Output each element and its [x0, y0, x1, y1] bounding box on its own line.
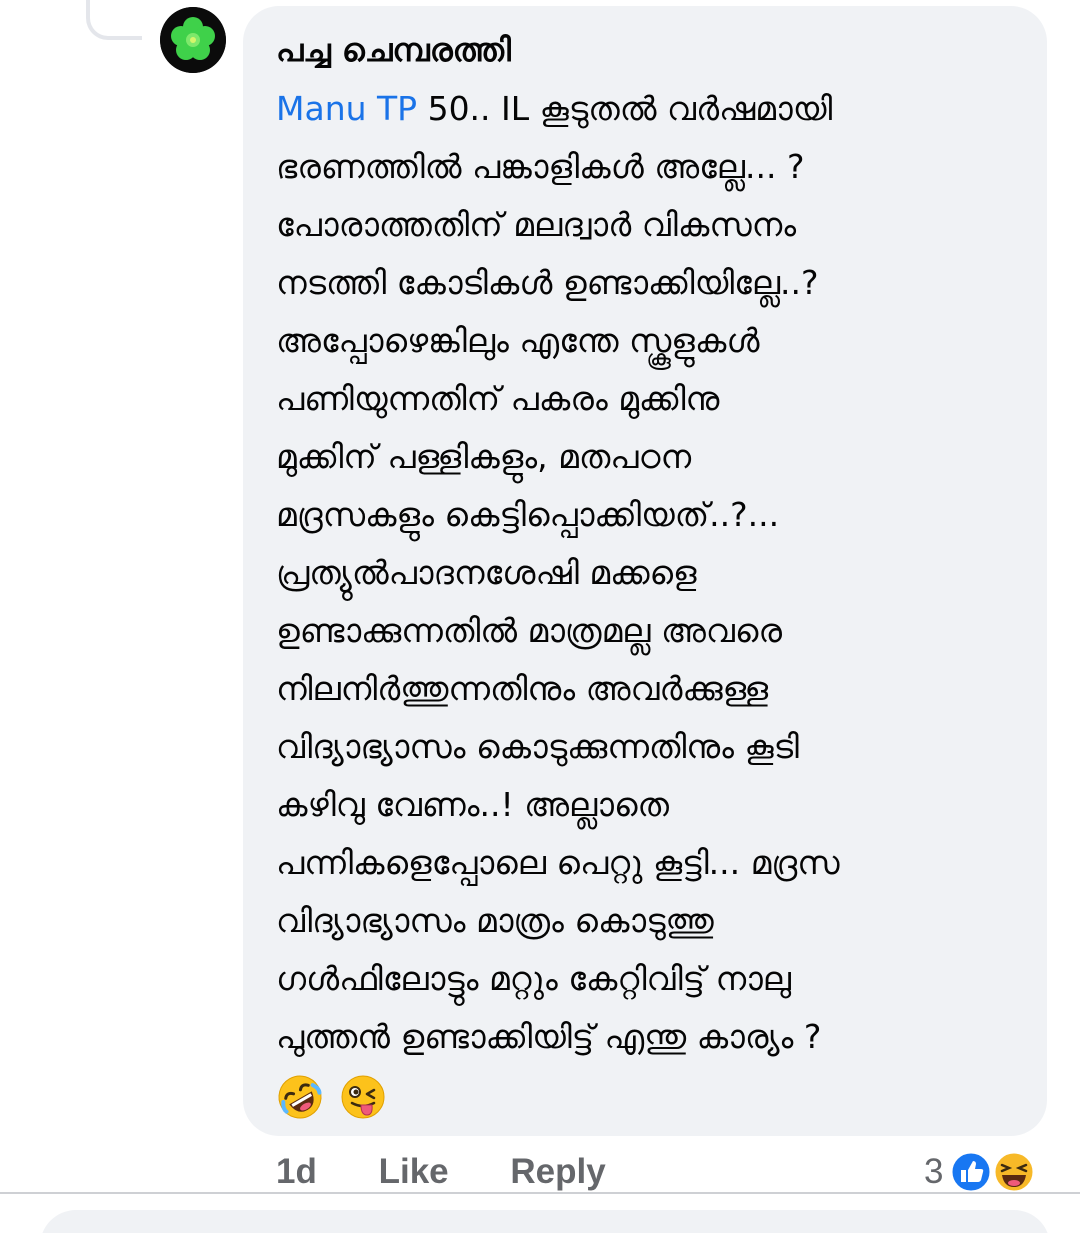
avatar[interactable]	[160, 7, 226, 73]
haha-reaction-icon	[992, 1150, 1036, 1194]
emoji-row	[276, 1066, 1027, 1126]
comment-line: നടത്തി കോടികൾ ഉണ്ടാക്കിയില്ലേ..?	[276, 263, 819, 302]
comment-line: ഗൾഫിലോട്ടും മറ്റും കേറ്റിവിട്ട് നാലു	[276, 959, 791, 998]
comment-line-text: 50.. IL കൂടുതൽ വർഷമായി	[417, 89, 833, 128]
comment-text: Manu TP 50.. IL കൂടുതൽ വർഷമായി ഭരണത്തിൽ …	[276, 80, 1027, 1126]
comment-line: വിദ്യാഭ്യാസം മാത്രം കൊടുത്തു	[276, 901, 714, 940]
comment-bubble: പച്ച ചെമ്പരത്തി Manu TP 50.. IL കൂടുതൽ വ…	[243, 6, 1047, 1136]
comment-line: മുക്കിന് പള്ളികളും, മതപഠന	[276, 437, 692, 476]
comment-line: ഉണ്ടാക്കുന്നതിൽ മാത്രമല്ല അവരെ	[276, 611, 783, 650]
comment-line: മദ്രസകളും കെട്ടിപ്പൊക്കിയത്..?...	[276, 495, 780, 534]
mention-link[interactable]: Manu TP	[276, 89, 417, 128]
reaction-summary[interactable]: 3	[924, 1150, 1036, 1194]
comment-line: നിലനിർത്തുന്നതിനും അവർക്കുള്ള	[276, 669, 769, 708]
comment-line: പന്നികളെപ്പോലെ പെറ്റു കൂട്ടി... മദ്രസ	[276, 843, 840, 882]
like-reaction-icon	[949, 1150, 993, 1194]
comment-line: Manu TP 50.. IL കൂടുതൽ വർഷമായി	[276, 80, 1027, 138]
reply-thread-connector	[86, 0, 142, 40]
comment-timestamp[interactable]: 1d	[276, 1150, 317, 1194]
rolling-on-floor-laughing-emoji	[276, 1073, 324, 1121]
comment-line: അപ്പോഴെങ്കിലും എന്തേ സ്കൂളുകൾ	[276, 321, 760, 360]
winking-tongue-emoji	[339, 1073, 387, 1121]
comment-author-name[interactable]: പച്ച ചെമ്പരത്തി	[276, 28, 1027, 72]
like-button[interactable]: Like	[379, 1150, 449, 1194]
comment-line: വിദ്യാഭ്യാസം കൊടുക്കുന്നതിനും കൂടി	[276, 727, 799, 766]
section-divider	[0, 1192, 1080, 1194]
comment-actions: 1d Like Reply	[276, 1150, 658, 1194]
hibiscus-avatar-image	[160, 7, 226, 73]
reply-button[interactable]: Reply	[510, 1150, 605, 1194]
comment-line: പുത്തൻ ഉണ്ടാക്കിയിട്ട് എന്തു കാര്യം ?	[276, 1017, 822, 1056]
next-comment-bubble	[40, 1210, 1050, 1233]
comment-line: പണിയുന്നതിന് പകരം മുക്കിനു	[276, 379, 720, 418]
comment-line: പോരാത്തതിന് മലദ്വാർ വികസനം	[276, 205, 797, 244]
comment-line: കഴിവു വേണം..! അല്ലാതെ	[276, 785, 670, 824]
reaction-count: 3	[924, 1152, 944, 1191]
comment-line: പ്രത്യുൽപാദനശേഷി മക്കളെ	[276, 553, 697, 592]
comment-line: ഭരണത്തിൽ പങ്കാളികൾ അല്ലേ... ?	[276, 147, 805, 186]
